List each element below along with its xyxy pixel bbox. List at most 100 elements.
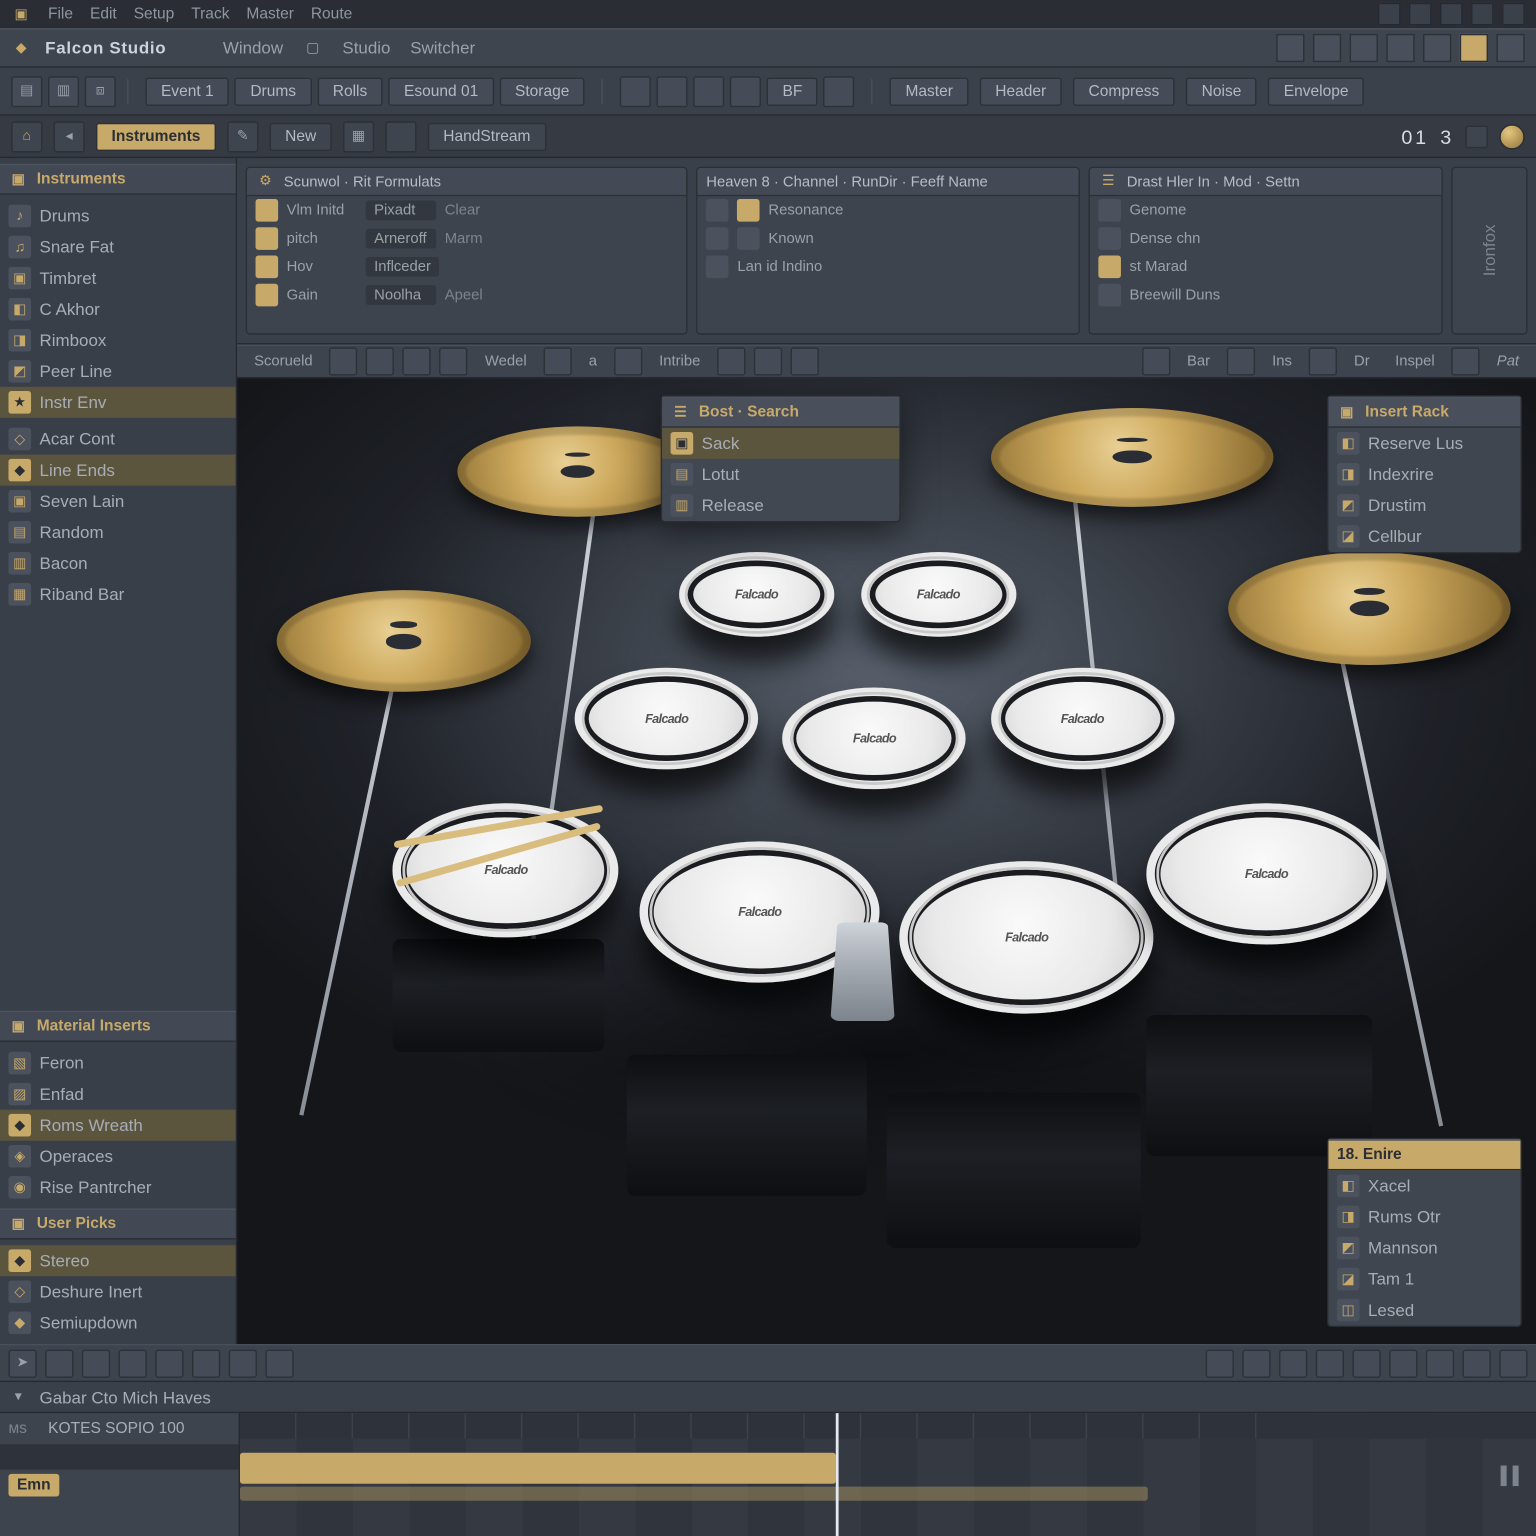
sidebar-item-rimboox[interactable]: ◨Rimboox: [0, 325, 236, 356]
row-label[interactable]: Dense chn: [1130, 230, 1201, 247]
pill-handstream[interactable]: HandStream: [428, 122, 546, 150]
floor-tom-2[interactable]: Falcado: [900, 861, 1154, 1013]
vp-btn-13[interactable]: [1452, 347, 1480, 375]
rack-item-2[interactable]: ◨Indexrire: [1328, 459, 1520, 490]
tom-2[interactable]: Falcado: [861, 552, 1016, 637]
vp-btn-11[interactable]: [1227, 347, 1255, 375]
tray-icon-3[interactable]: [1440, 3, 1463, 26]
enire-item-5[interactable]: ◫Lesed: [1328, 1295, 1520, 1326]
playhead[interactable]: [836, 1413, 839, 1536]
menu-setup[interactable]: Setup: [134, 6, 175, 23]
tab-compress[interactable]: Compress: [1073, 77, 1175, 105]
rack-item-3[interactable]: ◩Drustim: [1328, 490, 1520, 521]
tbtn-c[interactable]: [694, 76, 725, 107]
pill-new[interactable]: New: [270, 122, 332, 150]
back-icon[interactable]: ◂: [54, 121, 85, 152]
tl-btn-5[interactable]: [155, 1349, 183, 1377]
sidebar-item-instrenv[interactable]: ★Instr Env: [0, 387, 236, 418]
tl-btn-15[interactable]: [1426, 1349, 1454, 1377]
tl-btn-9[interactable]: [1206, 1349, 1234, 1377]
menu-edit[interactable]: Edit: [90, 6, 117, 23]
tl-btn-2[interactable]: [45, 1349, 73, 1377]
tl-btn-6[interactable]: [192, 1349, 220, 1377]
tray-icon-5[interactable]: [1502, 3, 1525, 26]
enire-item-2[interactable]: ◨Rums Otr: [1328, 1201, 1520, 1232]
vp-btn-10[interactable]: [1142, 347, 1170, 375]
titlebar-btn-1[interactable]: [1276, 34, 1304, 62]
menu-switcher[interactable]: Switcher: [410, 38, 475, 58]
sidebar-item-lineends[interactable]: ◆Line Ends: [0, 455, 236, 486]
tool-new-icon[interactable]: ▤: [11, 76, 42, 107]
row-field2[interactable]: Clear: [445, 202, 480, 219]
row-label[interactable]: Breewill Duns: [1130, 287, 1221, 304]
vp-btn-1[interactable]: [330, 347, 358, 375]
vp-btn-5[interactable]: [544, 347, 572, 375]
tool-open-icon[interactable]: ▥: [48, 76, 79, 107]
sidebar-item-random[interactable]: ▤Random: [0, 517, 236, 548]
rack-item-1[interactable]: ◧Reserve Lus: [1328, 428, 1520, 459]
vp-btn-3[interactable]: [403, 347, 431, 375]
sidebar-hdr-instruments[interactable]: ▣ Instruments: [0, 164, 236, 195]
popup-item-lotut[interactable]: ▤Lotut: [662, 459, 899, 490]
popup-item-release[interactable]: ▥Release: [662, 490, 899, 521]
titlebar-btn-4[interactable]: [1386, 34, 1414, 62]
sidebar-item-operaces[interactable]: ◈Operaces: [0, 1141, 236, 1172]
sidebar-item-timbret[interactable]: ▣Timbret: [0, 263, 236, 294]
tab-rolls[interactable]: Rolls: [317, 77, 383, 105]
vp-btn-7[interactable]: [717, 347, 745, 375]
kick-pedal[interactable]: [831, 922, 895, 1021]
row-field[interactable]: Noolha: [366, 285, 437, 305]
vp-btn-6[interactable]: [614, 347, 642, 375]
menu-master[interactable]: Master: [246, 6, 293, 23]
row-label[interactable]: Resonance: [768, 202, 843, 219]
tom-3[interactable]: Falcado: [575, 668, 759, 770]
tab-bf[interactable]: BF: [767, 77, 818, 105]
sidebar-item-peerline[interactable]: ◩Peer Line: [0, 356, 236, 387]
tab-master[interactable]: Master: [890, 77, 969, 105]
tl-btn-11[interactable]: [1279, 1349, 1307, 1377]
vp-btn-8[interactable]: [754, 347, 782, 375]
counter-dot[interactable]: [1465, 125, 1488, 148]
tab-event1[interactable]: Event 1: [145, 77, 229, 105]
menu-window[interactable]: Window: [223, 38, 283, 58]
master-knob[interactable]: [1499, 124, 1524, 149]
row-field[interactable]: Arneroff: [366, 229, 437, 249]
menu-route[interactable]: Route: [311, 6, 352, 23]
tl-btn-16[interactable]: [1463, 1349, 1491, 1377]
row-field[interactable]: Pixadt: [366, 200, 437, 220]
titlebar-btn-3[interactable]: [1350, 34, 1378, 62]
titlebar-btn-gold[interactable]: [1460, 34, 1488, 62]
audio-clip[interactable]: [240, 1453, 836, 1484]
tl-btn-8[interactable]: [265, 1349, 293, 1377]
tray-icon-4[interactable]: [1471, 3, 1494, 26]
menu-file[interactable]: File: [48, 6, 73, 23]
row-label[interactable]: Lan id Indino: [737, 258, 822, 275]
cymbal-crash-right[interactable]: [1228, 552, 1510, 665]
chevron-down-icon[interactable]: ▾: [8, 1387, 28, 1407]
sidebar-item-enfad[interactable]: ▨Enfad: [0, 1079, 236, 1110]
pin-icon[interactable]: ✎: [227, 121, 258, 152]
tab-header[interactable]: Header: [980, 77, 1062, 105]
tbtn-a[interactable]: [620, 76, 651, 107]
tl-btn-10[interactable]: [1242, 1349, 1270, 1377]
sidebar-item-snare[interactable]: ♫Snare Fat: [0, 232, 236, 263]
sidebar-hdr-userpicks[interactable]: ▣ User Picks: [0, 1208, 236, 1239]
tab-esound[interactable]: Esound 01: [388, 77, 493, 105]
sidebar-item-riband[interactable]: ▦Riband Bar: [0, 579, 236, 610]
tray-icon-1[interactable]: [1378, 3, 1401, 26]
menu-track[interactable]: Track: [191, 6, 229, 23]
tool-save-icon[interactable]: ⧈: [85, 76, 116, 107]
tbtn-d[interactable]: [730, 76, 761, 107]
tbtn-e[interactable]: [824, 76, 855, 107]
sidebar-hdr-material[interactable]: ▣ Material Inserts: [0, 1011, 236, 1042]
row-field2[interactable]: Apeel: [445, 287, 483, 304]
vp-btn-4[interactable]: [440, 347, 468, 375]
enire-item-3[interactable]: ◩Mannson: [1328, 1232, 1520, 1263]
drum-viewport[interactable]: Falcado Falcado Falcado Falcado Falcado …: [237, 378, 1536, 1344]
titlebar-btn-2[interactable]: [1313, 34, 1341, 62]
tab-envelope[interactable]: Envelope: [1268, 77, 1364, 105]
tl-btn-17[interactable]: [1499, 1349, 1527, 1377]
row-label[interactable]: st Marad: [1130, 258, 1188, 275]
cymbal-ride[interactable]: [990, 407, 1272, 506]
tray-icon-2[interactable]: [1409, 3, 1432, 26]
